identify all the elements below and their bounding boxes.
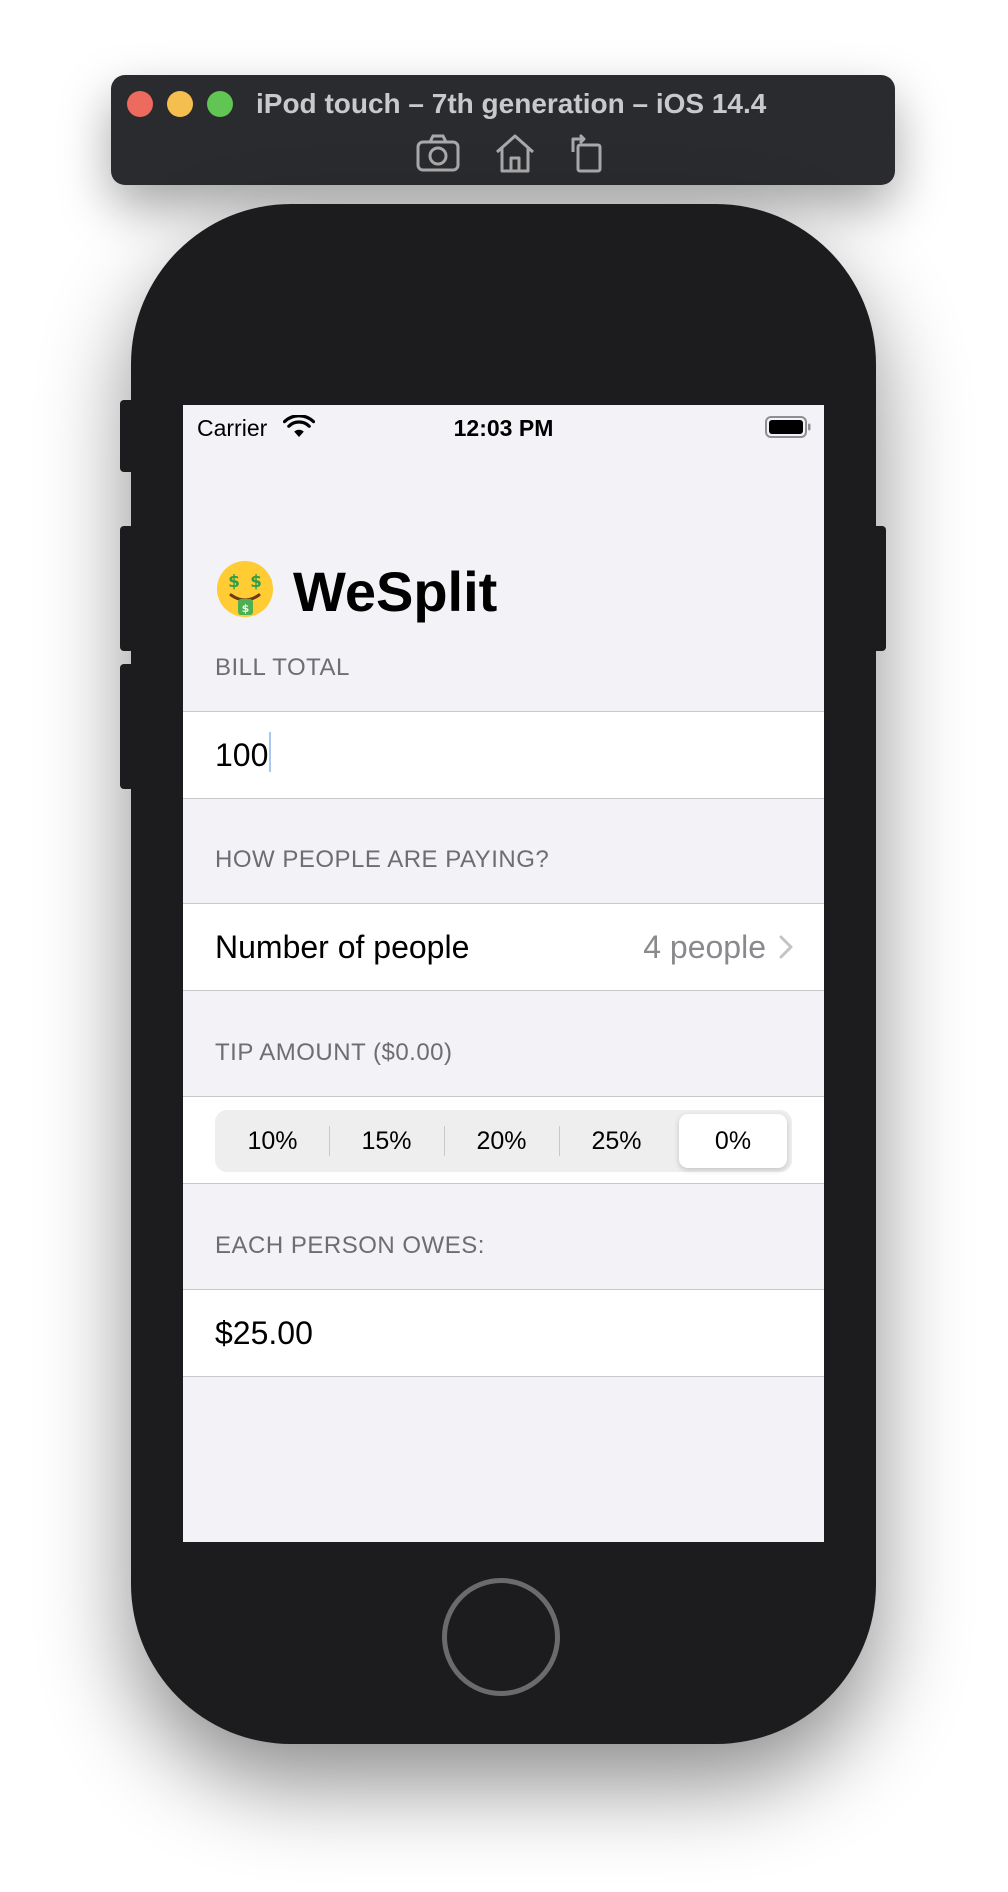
result-row: $25.00 bbox=[183, 1289, 824, 1377]
mute-switch bbox=[120, 400, 134, 472]
power-button bbox=[872, 526, 886, 651]
status-time: 12:03 PM bbox=[453, 415, 554, 441]
segment-divider bbox=[444, 1126, 445, 1156]
volume-down-button bbox=[120, 664, 134, 789]
text-cursor bbox=[269, 732, 272, 772]
zoom-window-button[interactable] bbox=[207, 91, 233, 117]
segment-divider bbox=[559, 1126, 560, 1156]
tip-option-10[interactable]: 10% bbox=[219, 1114, 326, 1168]
tip-option-25[interactable]: 25% bbox=[563, 1114, 670, 1168]
chevron-right-icon bbox=[778, 934, 794, 960]
svg-text:$: $ bbox=[228, 572, 240, 592]
app-screen: Carrier 12:03 PM $ $ $ WeSplit BILL TOTA… bbox=[183, 405, 824, 1542]
page-title-text: WeSplit bbox=[293, 560, 498, 623]
screenshot-icon[interactable] bbox=[415, 132, 461, 174]
svg-text:$: $ bbox=[242, 602, 250, 615]
bill-total-header: BILL TOTAL bbox=[215, 654, 350, 681]
number-of-people-label: Number of people bbox=[215, 929, 470, 965]
people-header: HOW PEOPLE ARE PAYING? bbox=[215, 846, 550, 873]
tip-option-15[interactable]: 15% bbox=[333, 1114, 440, 1168]
number-of-people-row[interactable]: Number of people 4 people bbox=[183, 903, 824, 991]
minimize-window-button[interactable] bbox=[167, 91, 193, 117]
number-of-people-value: 4 people bbox=[643, 929, 766, 965]
battery-icon bbox=[765, 415, 811, 439]
bill-total-value: 100 bbox=[215, 737, 269, 773]
bill-total-row[interactable]: 100 bbox=[183, 711, 824, 799]
tip-row: 10% 15% 20% 25% 0% bbox=[183, 1096, 824, 1184]
tip-amount-header: TIP AMOUNT ($0.00) bbox=[215, 1039, 453, 1066]
page-title: $ $ $ WeSplit bbox=[215, 557, 497, 627]
segment-divider bbox=[329, 1126, 330, 1156]
simulator-title: iPod touch – 7th generation – iOS 14.4 bbox=[256, 88, 767, 119]
each-person-owes-header: EACH PERSON OWES: bbox=[215, 1232, 485, 1259]
svg-text:$: $ bbox=[250, 572, 262, 592]
home-button[interactable] bbox=[442, 1578, 560, 1696]
tip-option-20[interactable]: 20% bbox=[448, 1114, 555, 1168]
bill-total-input[interactable]: 100 bbox=[215, 712, 272, 798]
money-mouth-face-icon: $ $ $ bbox=[215, 559, 275, 619]
amount-per-person: $25.00 bbox=[215, 1315, 313, 1351]
close-window-button[interactable] bbox=[127, 91, 153, 117]
status-bar: Carrier 12:03 PM bbox=[183, 405, 824, 449]
tip-option-0[interactable]: 0% bbox=[679, 1114, 787, 1168]
tip-percentage-picker[interactable]: 10% 15% 20% 25% 0% bbox=[215, 1110, 792, 1172]
rotate-icon[interactable] bbox=[564, 132, 610, 174]
volume-up-button bbox=[120, 526, 134, 651]
home-icon[interactable] bbox=[492, 132, 538, 174]
